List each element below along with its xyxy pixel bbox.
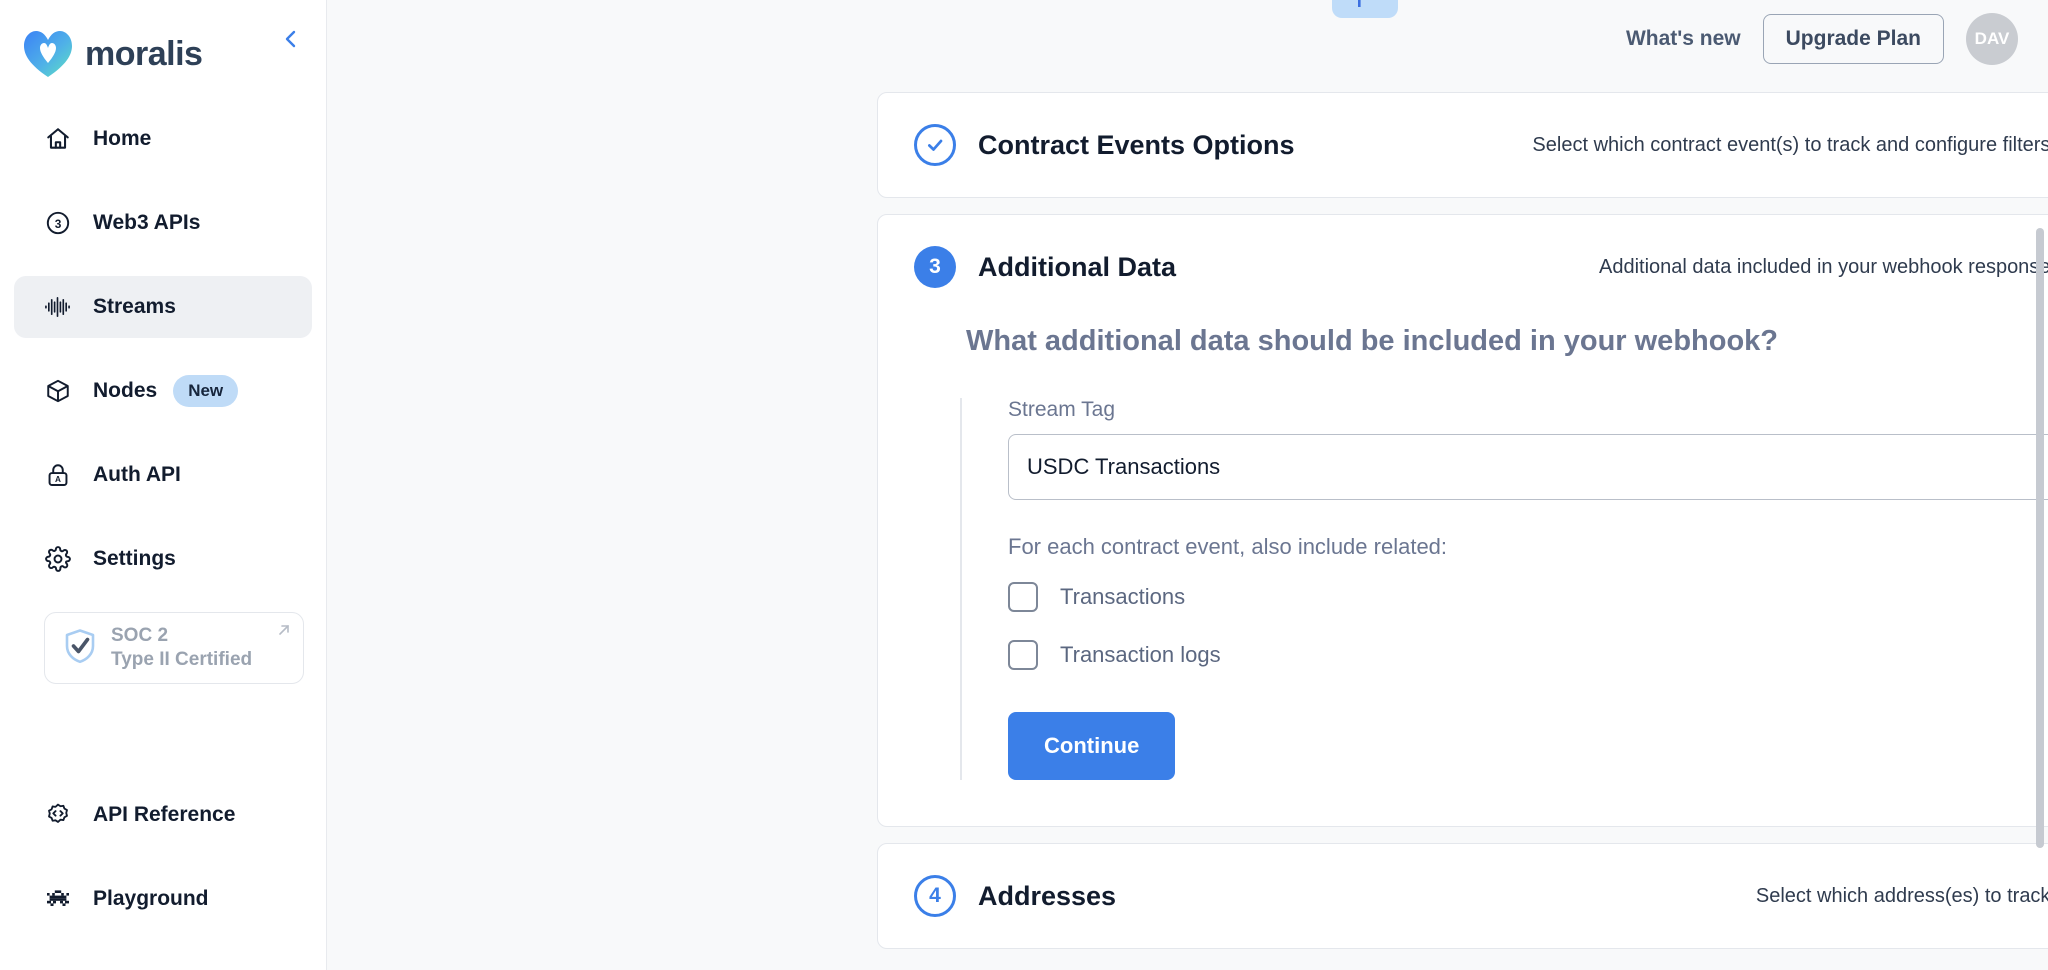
card-additional-data: 3 Additional Data Additional data includ… (877, 214, 2048, 827)
sidebar-item-label: Nodes (93, 379, 158, 402)
step-number-badge: 3 (914, 246, 956, 288)
sidebar-item-label: Home (93, 127, 152, 150)
code-badge-icon (44, 802, 71, 829)
waveform-icon (44, 294, 71, 321)
sidebar-item-nodes[interactable]: Nodes New (14, 360, 312, 422)
soc2-text: SOC 2 Type II Certified (111, 624, 252, 672)
step-number-badge: 4 (914, 875, 956, 917)
flag-icon (1354, 0, 1376, 14)
sidebar-item-label: API Reference (93, 803, 236, 826)
sidebar-bottom-nav: API Reference Playground (0, 784, 326, 970)
sidebar-item-auth-api[interactable]: A Auth API (14, 444, 312, 506)
transactions-checkbox[interactable] (1008, 582, 1038, 612)
sidebar-item-home[interactable]: Home (14, 108, 312, 170)
checkbox-label: Transaction logs (1060, 642, 1221, 667)
sidebar-item-label: Settings (93, 547, 176, 570)
vertical-scrollbar[interactable] (2036, 228, 2044, 848)
upgrade-plan-button[interactable]: Upgrade Plan (1762, 14, 1944, 64)
steps-container: Contract Events Options Select which con… (327, 78, 2048, 949)
soc2-line1: SOC 2 (111, 625, 169, 647)
sidebar-nav: Home 3 Web3 APIs Streams Nodes New A Aut… (0, 108, 326, 684)
checkbox-row-transaction-logs[interactable]: Transaction logs (1008, 640, 2048, 670)
avatar[interactable]: DAV (1966, 13, 2018, 65)
chevron-left-icon (279, 27, 303, 56)
card-title: Additional Data (978, 251, 1177, 282)
sidebar-item-web3-apis[interactable]: 3 Web3 APIs (14, 192, 312, 254)
app-root: moralis Home 3 Web3 APIs Streams Nodes N… (0, 0, 2048, 970)
home-icon (44, 126, 71, 153)
card-header-contract-events-options[interactable]: Contract Events Options Select which con… (878, 93, 2048, 197)
lock-icon: A (44, 462, 71, 489)
card-description: Select which contract event(s) to track … (1532, 133, 2048, 156)
sidebar: moralis Home 3 Web3 APIs Streams Nodes N… (0, 0, 327, 970)
svg-text:3: 3 (54, 217, 61, 231)
card-description: Additional data included in your webhook… (1599, 255, 2048, 278)
card-header-additional-data[interactable]: 3 Additional Data Additional data includ… (878, 215, 2048, 319)
card-contract-events-options: Contract Events Options Select which con… (877, 92, 2048, 198)
additional-data-form: Stream Tag For each contract event, also… (960, 398, 2048, 780)
sidebar-item-label: Web3 APIs (93, 211, 201, 234)
sidebar-item-api-reference[interactable]: API Reference (14, 784, 312, 846)
sidebar-item-label: Playground (93, 887, 209, 910)
soc2-badge[interactable]: SOC 2 Type II Certified (44, 612, 304, 684)
gear-icon (44, 546, 71, 573)
sidebar-item-streams[interactable]: Streams (14, 276, 312, 338)
additional-data-heading: What additional data should be included … (966, 325, 1779, 357)
checkbox-row-transactions[interactable]: Transactions (1008, 582, 2048, 612)
card-title: Addresses (978, 880, 1117, 911)
circle-three-icon: 3 (44, 210, 71, 237)
circle-check-icon (914, 124, 956, 166)
shield-check-icon (63, 628, 97, 669)
sidebar-item-settings[interactable]: Settings (14, 528, 312, 590)
alien-icon (44, 886, 71, 913)
checkbox-label: Transactions (1060, 584, 1186, 609)
nodes-new-badge: New (173, 375, 239, 407)
moralis-logo-icon (22, 29, 74, 79)
include-related-label: For each contract event, also include re… (1008, 534, 1448, 559)
sidebar-item-label: Auth API (93, 463, 181, 486)
card-body-additional-data: What additional data should be included … (878, 325, 2048, 826)
whats-new-link[interactable]: What's new (1626, 27, 1741, 51)
sidebar-item-label: Streams (93, 295, 176, 318)
stream-tag-label: Stream Tag (1008, 398, 1115, 421)
external-link-icon (277, 623, 291, 642)
svg-text:A: A (55, 475, 61, 484)
card-addresses: 4 Addresses Select which address(es) to … (877, 843, 2048, 949)
main-content: What's new Upgrade Plan DAV Contract Eve… (327, 0, 2048, 970)
topbar: What's new Upgrade Plan DAV (327, 0, 2048, 78)
soc2-line2: Type II Certified (111, 649, 253, 670)
stream-tag-input[interactable] (1008, 434, 2048, 500)
sidebar-collapse-button[interactable] (274, 24, 308, 58)
sidebar-item-playground[interactable]: Playground (14, 868, 312, 930)
transaction-logs-checkbox[interactable] (1008, 640, 1038, 670)
continue-button[interactable]: Continue (1008, 712, 1176, 780)
card-description: Select which address(es) to track. (1755, 884, 2048, 907)
flag-badge[interactable] (1332, 0, 1398, 18)
card-title: Contract Events Options (978, 129, 1295, 160)
brand-name: moralis (85, 34, 203, 73)
cube-icon (44, 378, 71, 405)
card-header-addresses[interactable]: 4 Addresses Select which address(es) to … (878, 844, 2048, 948)
